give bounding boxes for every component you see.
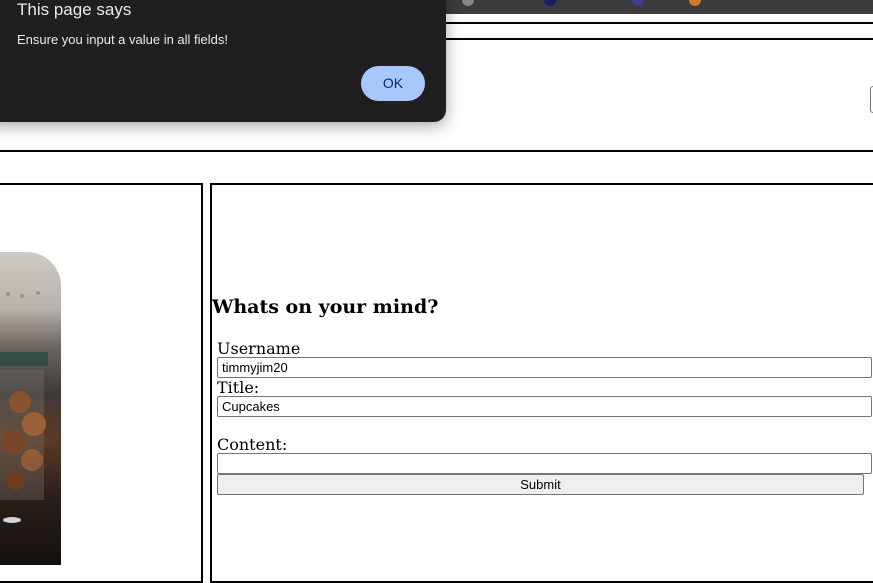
extension-icon[interactable]	[689, 0, 701, 6]
cookie-jar-photo	[0, 252, 61, 565]
content-input[interactable]	[217, 453, 872, 474]
divider	[446, 22, 873, 24]
form-panel	[210, 183, 873, 583]
browser-toolbar	[446, 0, 873, 14]
submit-button[interactable]: Submit	[217, 474, 864, 495]
username-label: Username	[217, 339, 301, 358]
content-label: Content:	[217, 435, 288, 454]
extension-icon[interactable]	[632, 0, 644, 6]
dialog-title: This page says	[17, 0, 132, 19]
extension-icon[interactable]	[544, 0, 556, 6]
cookie-jar-illustration	[0, 291, 48, 529]
username-input[interactable]: timmyjim20	[217, 357, 872, 378]
divider	[446, 38, 873, 40]
divider	[0, 150, 873, 152]
dialog-message: Ensure you input a value in all fields!	[17, 32, 229, 47]
title-input[interactable]: Cupcakes	[217, 396, 872, 417]
form-heading: Whats on your mind?	[212, 296, 439, 318]
title-label: Title:	[217, 378, 260, 397]
ok-button[interactable]: OK	[361, 66, 425, 101]
extension-icon[interactable]	[462, 0, 474, 6]
